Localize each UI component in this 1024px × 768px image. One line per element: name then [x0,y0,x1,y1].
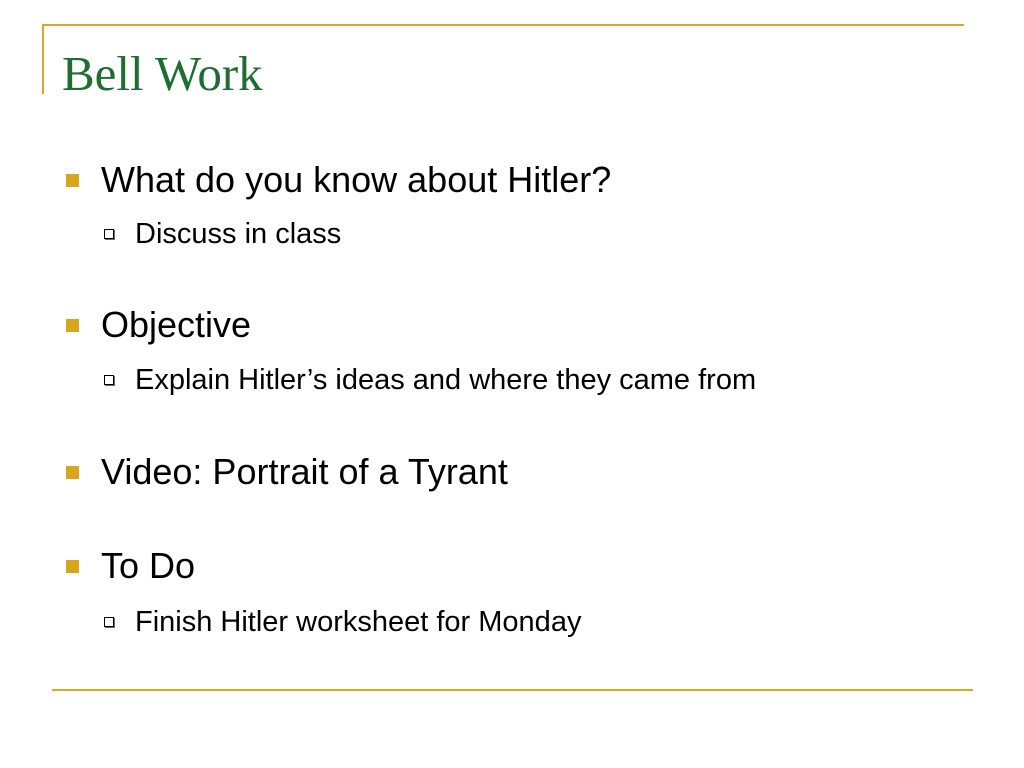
left-accent-rule [42,24,44,94]
hollow-square-bullet-icon [104,617,114,627]
bottom-accent-rule [52,689,973,691]
sub-bullet-item: Discuss in class [104,216,341,252]
sub-bullet-text: Finish Hitler worksheet for Monday [135,605,582,638]
square-bullet-icon [66,559,79,573]
square-bullet-icon [66,173,79,187]
square-bullet-icon [66,465,79,479]
square-bullet-icon [66,318,79,332]
sub-bullet-item: Finish Hitler worksheet for Monday [104,604,581,640]
bullet-text: To Do [101,545,196,586]
bullet-text: What do you know about Hitler? [101,159,612,200]
top-accent-rule [42,24,964,26]
sub-bullet-text: Discuss in class [135,217,342,250]
bullet-text: Video: Portrait of a Tyrant [101,451,508,492]
slide-title: Bell Work [62,46,263,101]
hollow-square-bullet-icon [104,375,114,385]
hollow-square-bullet-icon [104,229,114,239]
bullet-item: What do you know about Hitler? [66,157,611,203]
bullet-item: Video: Portrait of a Tyrant [66,449,508,495]
bullet-item: Objective [66,302,251,348]
bullet-item: To Do [66,543,195,589]
sub-bullet-text: Explain Hitler’s ideas and where they ca… [135,363,757,396]
sub-bullet-item: Explain Hitler’s ideas and where they ca… [104,362,756,398]
slide: Bell Work What do you know about Hitler?… [0,0,1024,768]
bullet-text: Objective [101,304,252,345]
